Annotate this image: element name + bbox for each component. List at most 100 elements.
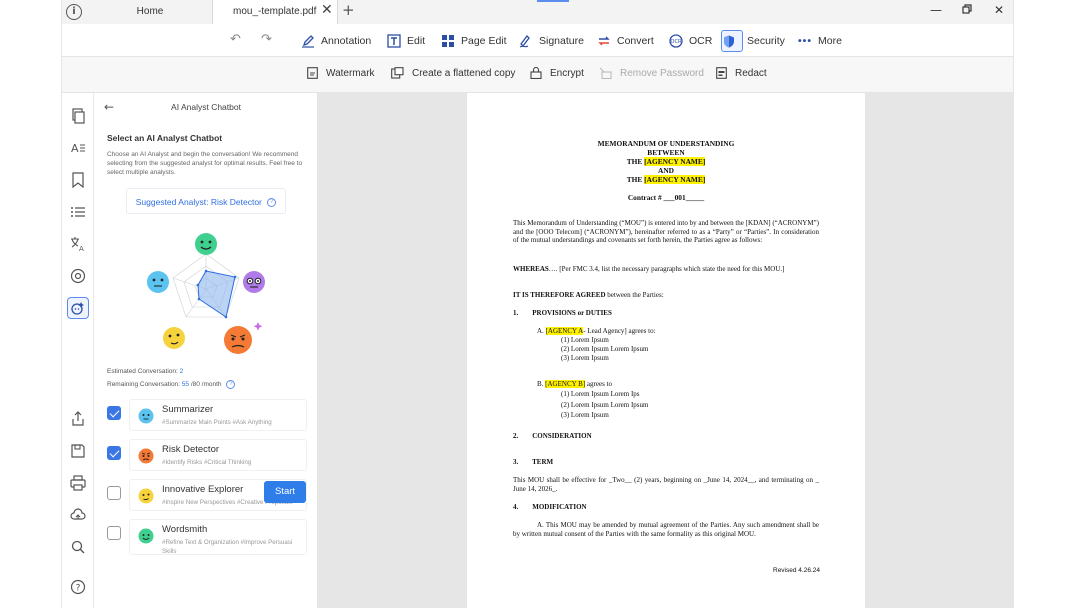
- minimize-icon[interactable]: —: [930, 3, 942, 17]
- search-icon[interactable]: [70, 539, 86, 555]
- agent-tags: #Identify Risks #Critical Thinking: [162, 459, 252, 466]
- doc-section-4: 4. MODIFICATION: [513, 503, 587, 511]
- more-dots-icon: •••: [798, 35, 813, 47]
- doc-section-2: 2. CONSIDERATION: [513, 432, 592, 440]
- watermark-icon: [307, 67, 318, 79]
- annotation-button[interactable]: Annotation: [301, 30, 371, 52]
- doc-revised: Revised 4.26.24: [773, 567, 820, 574]
- estimated-conversation: Estimated Conversation: 2: [107, 368, 184, 375]
- cloud-upload-icon[interactable]: [70, 507, 86, 523]
- share-icon[interactable]: [70, 411, 86, 427]
- doc-agency-a: A. [AGENCY A- Lead Agency] agrees to:: [537, 327, 656, 335]
- close-window-icon[interactable]: ✕: [994, 3, 1004, 17]
- convert-icon: [598, 36, 610, 46]
- panel-title: AI Analyst Chatbot: [171, 102, 241, 112]
- agent-summarizer[interactable]: Summarizer #Summarize Main Points #Ask A…: [107, 399, 307, 431]
- translate-icon[interactable]: A: [70, 236, 86, 252]
- doc-intro: This Memorandum of Understanding (“MOU”)…: [513, 219, 819, 245]
- doc-agreed: IT IS THEREFORE AGREED between the Parti…: [513, 291, 664, 299]
- wordsmith-checkbox[interactable]: [107, 526, 121, 540]
- ocr-scan-icon[interactable]: [70, 268, 86, 284]
- agent-name: Innovative Explorer: [162, 484, 244, 495]
- ai-chatbot-icon[interactable]: [67, 297, 89, 319]
- doc-contract-number: Contract # ___001_____: [627, 193, 705, 202]
- agent-card[interactable]: Risk Detector #Identify Risks #Critical …: [129, 439, 307, 471]
- agent-card[interactable]: Wordsmith #Refine Text & Organization #I…: [129, 519, 307, 555]
- risk-detector-checkbox[interactable]: [107, 446, 121, 460]
- doc-modification: A. This MOU may be amended by mutual agr…: [513, 521, 819, 538]
- suggested-analyst-button[interactable]: Suggested Analyst: Risk Detector ?: [126, 188, 286, 214]
- flatten-button[interactable]: Create a flattened copy: [391, 67, 515, 79]
- flatten-icon: [391, 67, 404, 79]
- page-edit-button[interactable]: Page Edit: [441, 30, 507, 52]
- outline-list-icon[interactable]: [70, 204, 86, 220]
- agent-name: Summarizer: [162, 404, 214, 415]
- doc-whereas: WHEREAS…. [Per FMC 3.4, list the necessa…: [513, 265, 785, 273]
- tab-home[interactable]: Home: [86, 0, 214, 24]
- ai-analyst-panel: ← AI Analyst Chatbot Select an AI Analys…: [94, 93, 347, 608]
- doc-a-item: (3) Lorem Ipsum: [561, 354, 609, 362]
- agent-card[interactable]: Summarizer #Summarize Main Points #Ask A…: [129, 399, 307, 431]
- edit-button[interactable]: Edit: [387, 30, 425, 52]
- bookmark-icon[interactable]: [70, 172, 86, 188]
- glasses-face-icon: [243, 271, 265, 293]
- tab-document[interactable]: mou_-template.pdf: [212, 0, 338, 24]
- convert-button[interactable]: Convert: [597, 30, 654, 52]
- doc-a-item: (2) Lorem Ipsum Lorem Ipsum: [561, 345, 649, 353]
- start-button[interactable]: Start: [264, 481, 306, 503]
- doc-b-item: (3) Lorem Ipsum: [561, 411, 609, 419]
- doc-term: This MOU shall be effective for _Two__ (…: [513, 476, 819, 493]
- doc-between: BETWEEN: [647, 148, 685, 157]
- remaining-conversation: Remaining Conversation: 55 /80 /month ?: [107, 380, 236, 389]
- summarizer-checkbox[interactable]: [107, 406, 121, 420]
- print-icon[interactable]: [70, 475, 86, 491]
- shield-icon: [721, 30, 743, 52]
- suggested-analyst-label: Suggested Analyst: Risk Detector: [135, 197, 262, 207]
- ocr-button[interactable]: OCR OCR: [669, 30, 712, 52]
- wordsmith-face-icon: [138, 528, 154, 544]
- text-edit-icon: [387, 34, 401, 48]
- signature-button[interactable]: Signature: [519, 30, 584, 52]
- help-circle-icon[interactable]: ?: [226, 380, 236, 389]
- restore-icon[interactable]: [962, 3, 972, 17]
- help-icon[interactable]: ?: [70, 579, 86, 595]
- undo-icon[interactable]: ↶: [230, 32, 241, 47]
- doc-section-3: 3. TERM: [513, 458, 554, 466]
- save-icon[interactable]: [70, 443, 86, 459]
- agent-risk-detector[interactable]: Risk Detector #Identify Risks #Critical …: [107, 439, 307, 471]
- security-button[interactable]: Security: [721, 30, 785, 52]
- security-toolbar: Watermark Create a flattened copy Encryp…: [62, 57, 1013, 93]
- doc-section-1: 1. PROVISIONS or DUTIES: [513, 309, 612, 317]
- innovative-explorer-checkbox[interactable]: [107, 486, 121, 500]
- signature-icon: [519, 35, 530, 48]
- help-circle-icon[interactable]: ?: [267, 198, 277, 208]
- explorer-face-icon: [138, 488, 154, 504]
- add-tab-icon[interactable]: +: [342, 1, 355, 19]
- main-toolbar: ↶ ↷ Annotation Edit Page Edit Signature …: [62, 24, 1013, 57]
- redo-icon[interactable]: ↷: [261, 32, 272, 47]
- pdf-page: MEMORANDUM OF UNDERSTANDING BETWEEN THE …: [467, 93, 865, 608]
- pages-icon[interactable]: [70, 108, 86, 124]
- doc-party-2: THE [AGENCY NAME]: [626, 175, 706, 184]
- unlock-icon: [599, 67, 612, 79]
- watermark-button[interactable]: Watermark: [307, 67, 375, 79]
- close-tab-icon[interactable]: ✕: [321, 2, 333, 18]
- ocr-icon: OCR: [669, 34, 683, 48]
- title-bar: i Home mou_-template.pdf ✕ + — ✕: [62, 0, 1013, 24]
- agent-wordsmith[interactable]: Wordsmith #Refine Text & Organization #I…: [107, 519, 307, 555]
- info-icon[interactable]: i: [66, 4, 82, 20]
- svg-text:A: A: [79, 245, 84, 252]
- text-style-icon[interactable]: A: [70, 140, 86, 156]
- sparkle-icon: [253, 322, 263, 331]
- analyst-radar-chart: [147, 233, 265, 354]
- doc-and: AND: [657, 166, 674, 175]
- svg-text:OCR: OCR: [671, 39, 682, 45]
- encrypt-button[interactable]: Encrypt: [530, 67, 584, 79]
- wordsmith-face-icon: [195, 233, 217, 255]
- grid-icon: [442, 35, 454, 47]
- more-button[interactable]: ••• More: [798, 30, 842, 52]
- pen-icon: [302, 35, 314, 48]
- redact-button[interactable]: Redact: [716, 67, 767, 79]
- remove-password-button[interactable]: Remove Password: [599, 67, 704, 79]
- doc-b-item: (1) Lorem Ipsum Lorem Ips: [561, 390, 640, 398]
